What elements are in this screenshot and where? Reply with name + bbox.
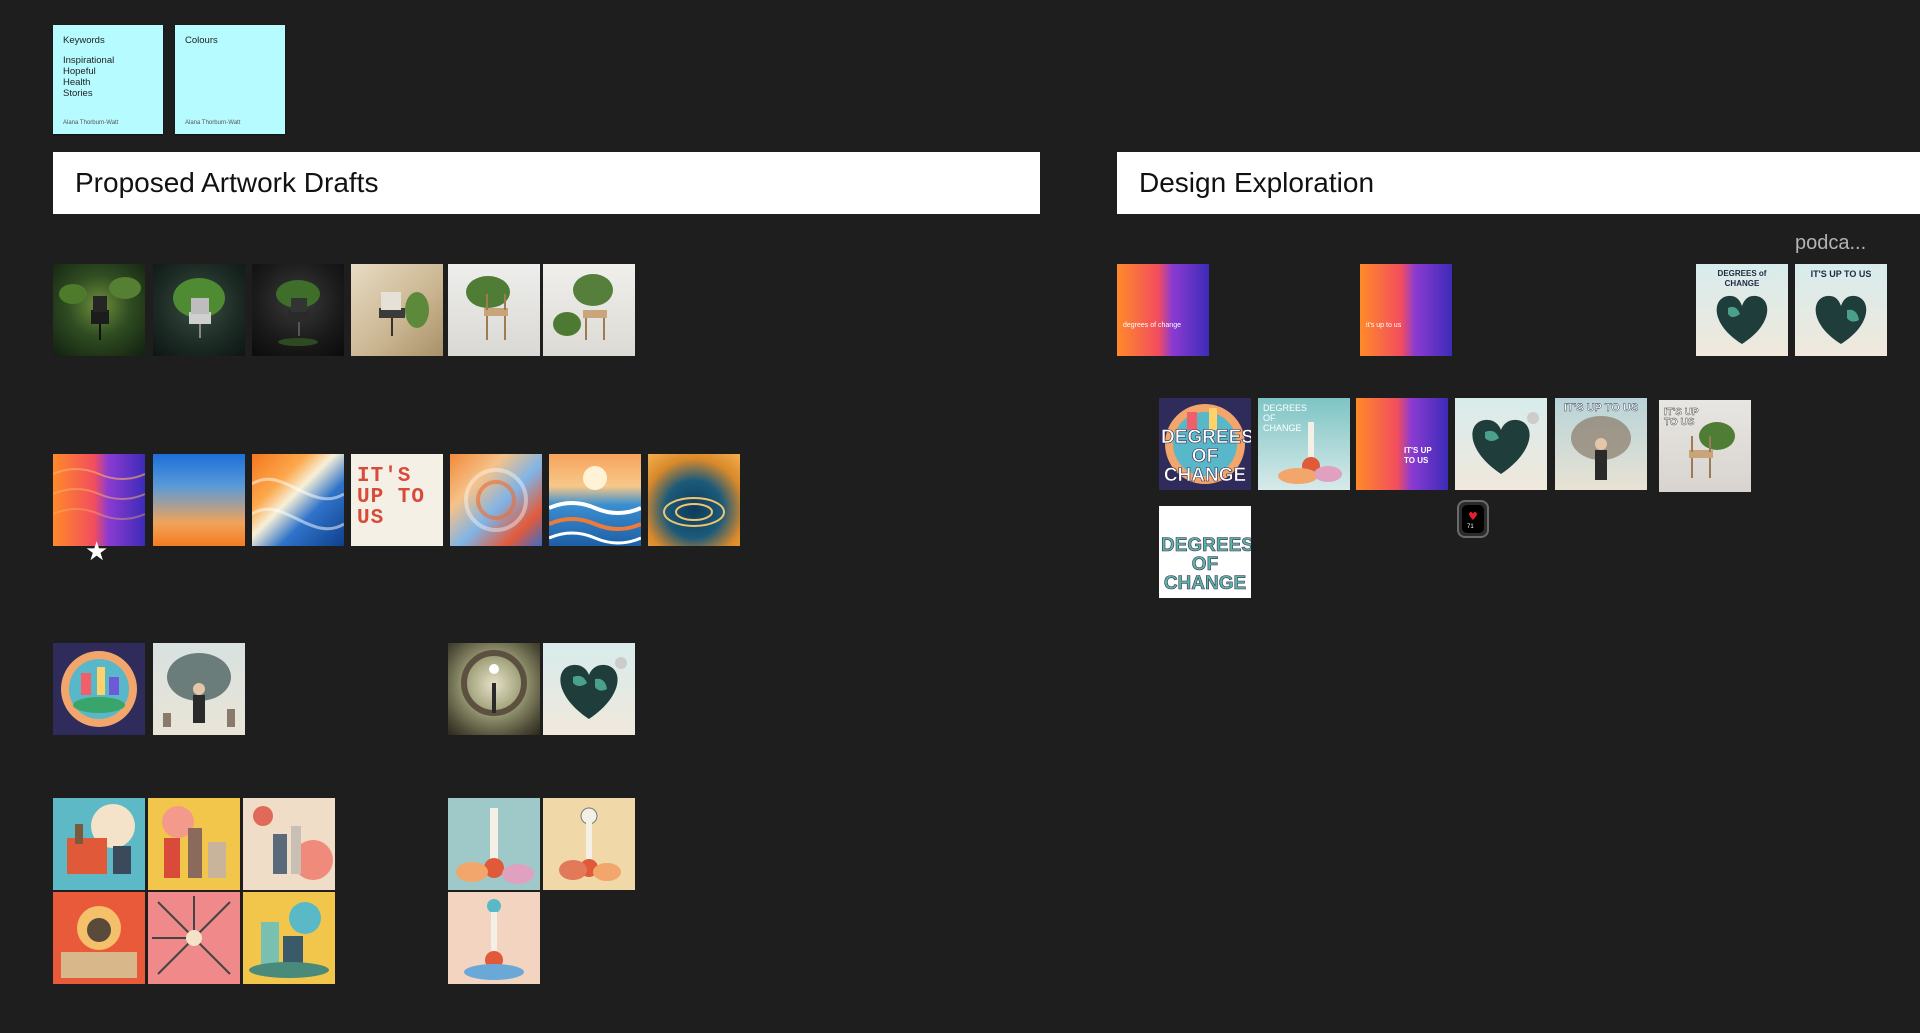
design-degrees-of-change-heart[interactable]: DEGREES of CHANGE [1696,264,1788,356]
artwork-chair-beige-room[interactable] [351,264,443,356]
tile-title: DEGREES OF CHANGE [1263,403,1308,433]
artwork-chair-jungle[interactable] [53,264,145,356]
tile-title: IT'S UP TO US [1563,402,1639,414]
chair-illustration [466,276,510,340]
wave-lines [252,477,344,531]
artwork-collage-2[interactable] [148,798,240,890]
tile-title: degrees of change [1123,322,1181,329]
heart-rate-reading: 71 [1467,524,1474,530]
tile-title: IT'S UP TO US [1810,269,1872,279]
collage-illustration [152,896,231,975]
sticky-line: Stories [63,88,93,99]
chair-illustration [553,274,613,340]
collage-illustration [249,902,329,978]
artwork-collage-3[interactable] [243,798,335,890]
collage-illustration [61,906,137,978]
artwork-swirl-orange-blue[interactable] [252,454,344,546]
smartwatch-mockup[interactable]: ♥ 71 [1457,500,1489,538]
sticky-note-keywords[interactable]: Keywords Inspirational Hopeful Health St… [53,25,163,134]
collage-illustration [253,806,333,880]
artwork-ripples-gold[interactable] [648,454,740,546]
artwork-collage-1[interactable] [53,798,145,890]
sticky-author: Alana Thorburn-Watt [63,120,119,126]
artwork-chair-ivy-left[interactable] [448,264,540,356]
collage-illustration [162,806,226,878]
globe-illustration [61,651,137,727]
chair-illustration [59,277,141,340]
sticky-line: Inspirational [63,55,115,66]
sticky-title: Keywords [63,35,105,46]
artwork-thermometer-peach[interactable] [448,892,540,984]
watch-screen: ♥ 71 [1462,505,1484,533]
artwork-typography-its-up-to-us[interactable]: IT'S UP TO US [351,454,443,546]
artwork-globe-city-purple[interactable] [53,643,145,735]
wave-lines [53,468,145,520]
collage-illustration [67,804,135,874]
design-its-up-to-us-gradient[interactable]: it's up to us [1360,264,1452,356]
chair-illustration [276,280,320,346]
sticky-line: Hopeful [63,66,96,77]
ripple-rings [663,497,725,527]
wave-lines [464,468,528,532]
tile-title: DEGREES OF CHANGE [1161,427,1251,486]
sticky-line: Health [63,77,91,88]
design-its-up-to-us-heart[interactable]: IT'S UP TO US [1795,264,1887,356]
design-heart-earth-plain[interactable] [1455,398,1547,490]
favourite-star-icon[interactable]: ★ [85,539,108,565]
thermometer-illustration [559,807,621,881]
sticky-title: Colours [185,35,218,46]
tile-title: IT'S UP TO US [1404,446,1432,465]
portal-illustration [461,650,527,716]
artwork-chair-ivy-right[interactable] [543,264,635,356]
artwork-heart-earth[interactable] [543,643,635,735]
chair-illustration [379,292,429,336]
artwork-gradient-orange-purple-favourite[interactable] [53,454,145,546]
tile-title: DEGREES OF CHANGE [1161,535,1251,594]
thermometer-illustration [464,899,524,980]
artwork-sunset-waves[interactable] [549,454,641,546]
sticky-author: Alana Thorburn-Watt [185,120,241,126]
design-degrees-of-change-globe[interactable]: DEGREES OF CHANGE [1159,398,1251,490]
tile-title: IT'S UP TO US [357,465,426,530]
design-its-up-to-us-chair[interactable]: IT'S UP TO US [1659,400,1751,492]
tile-title: DEGREES of CHANGE [1717,269,1767,288]
tile-title: IT'S UP TO US [1664,407,1699,428]
sun-waves [549,466,641,545]
section-header-design-exploration[interactable]: Design Exploration [1117,152,1920,214]
heart-icon: ♥ [1468,510,1478,523]
artwork-collage-person-skyline[interactable] [153,643,245,735]
design-degrees-of-change-pastel[interactable]: DEGREES OF CHANGE [1258,398,1350,490]
artwork-chair-spotlight[interactable] [252,264,344,356]
heart-earth-illustration [1472,412,1539,474]
artwork-thermometer-gold[interactable] [543,798,635,890]
collage-illustration [163,653,235,727]
design-degrees-of-change-white[interactable]: DEGREES OF CHANGE [1159,506,1251,598]
frame-label-podcast[interactable]: podca... [1795,232,1866,255]
artwork-thermometer-blue[interactable] [448,798,540,890]
design-its-up-to-us-gradient-2[interactable]: IT'S UP TO US [1356,398,1448,490]
artwork-swirl-multicolor[interactable] [450,454,542,546]
artwork-portal-city[interactable] [448,643,540,735]
artwork-collage-6[interactable] [243,892,335,984]
sticky-note-colours[interactable]: Colours Alana Thorburn-Watt [175,25,285,134]
design-its-up-to-us-collage[interactable]: IT'S UP TO US [1555,398,1647,490]
artwork-collage-5[interactable] [148,892,240,984]
thermometer-illustration [456,808,534,884]
section-header-proposed-artwork[interactable]: Proposed Artwork Drafts [53,152,1040,214]
heart-earth-illustration [560,657,627,719]
tile-title: it's up to us [1366,322,1402,329]
sticky-body: Inspirational Hopeful Health Stories [63,55,114,99]
artwork-collage-4[interactable] [53,892,145,984]
artwork-chair-plants-dark[interactable] [153,264,245,356]
artwork-gradient-blue-orange[interactable] [153,454,245,546]
chair-illustration [173,278,225,338]
design-degrees-of-change-gradient[interactable]: degrees of change [1117,264,1209,356]
